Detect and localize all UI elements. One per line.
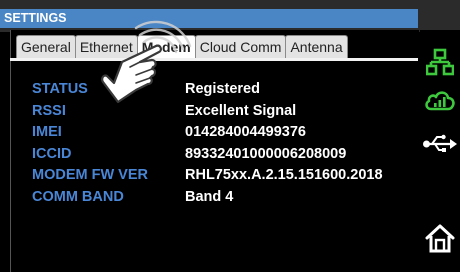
tab-underline bbox=[10, 58, 418, 61]
tab-modem[interactable]: Modem bbox=[136, 35, 196, 58]
tab-general[interactable]: General bbox=[16, 35, 76, 58]
comm-band-value: Band 4 bbox=[185, 188, 234, 205]
iccid-value: 89332401000006208009 bbox=[185, 145, 347, 162]
tab-cloud-comm[interactable]: Cloud Comm bbox=[194, 35, 287, 58]
home-button[interactable] bbox=[422, 220, 458, 256]
usb-button[interactable] bbox=[422, 126, 458, 162]
network-icon bbox=[426, 48, 454, 76]
title-bar: SETTINGS bbox=[0, 0, 460, 32]
imei-value: 014284004499376 bbox=[185, 124, 306, 141]
comm-band-label: COMM BAND bbox=[32, 188, 124, 205]
cloud-signal-icon bbox=[425, 91, 455, 111]
tab-ethernet[interactable]: Ethernet bbox=[74, 35, 138, 58]
modem-fw-ver-label: MODEM FW VER bbox=[32, 167, 148, 184]
iccid-label: ICCID bbox=[32, 145, 72, 162]
cloud-signal-button[interactable] bbox=[422, 82, 458, 118]
rssi-value: Excellent Signal bbox=[185, 102, 297, 119]
status-value: Registered bbox=[185, 81, 260, 97]
modem-fw-ver-value: RHL75xx.A.2.15.151600.2018 bbox=[185, 167, 383, 184]
network-button[interactable] bbox=[422, 44, 458, 80]
tab-bar: General Ethernet Modem Cloud Comm Antenn… bbox=[16, 35, 348, 59]
rssi-label: RSSI bbox=[32, 102, 66, 119]
usb-icon bbox=[423, 134, 457, 152]
side-nav bbox=[420, 30, 460, 272]
imei-label: IMEI bbox=[32, 124, 62, 141]
status-label: STATUS bbox=[32, 81, 88, 97]
page-title: SETTINGS bbox=[0, 9, 418, 28]
tab-antenna[interactable]: Antenna bbox=[285, 35, 348, 58]
home-icon bbox=[425, 224, 455, 253]
